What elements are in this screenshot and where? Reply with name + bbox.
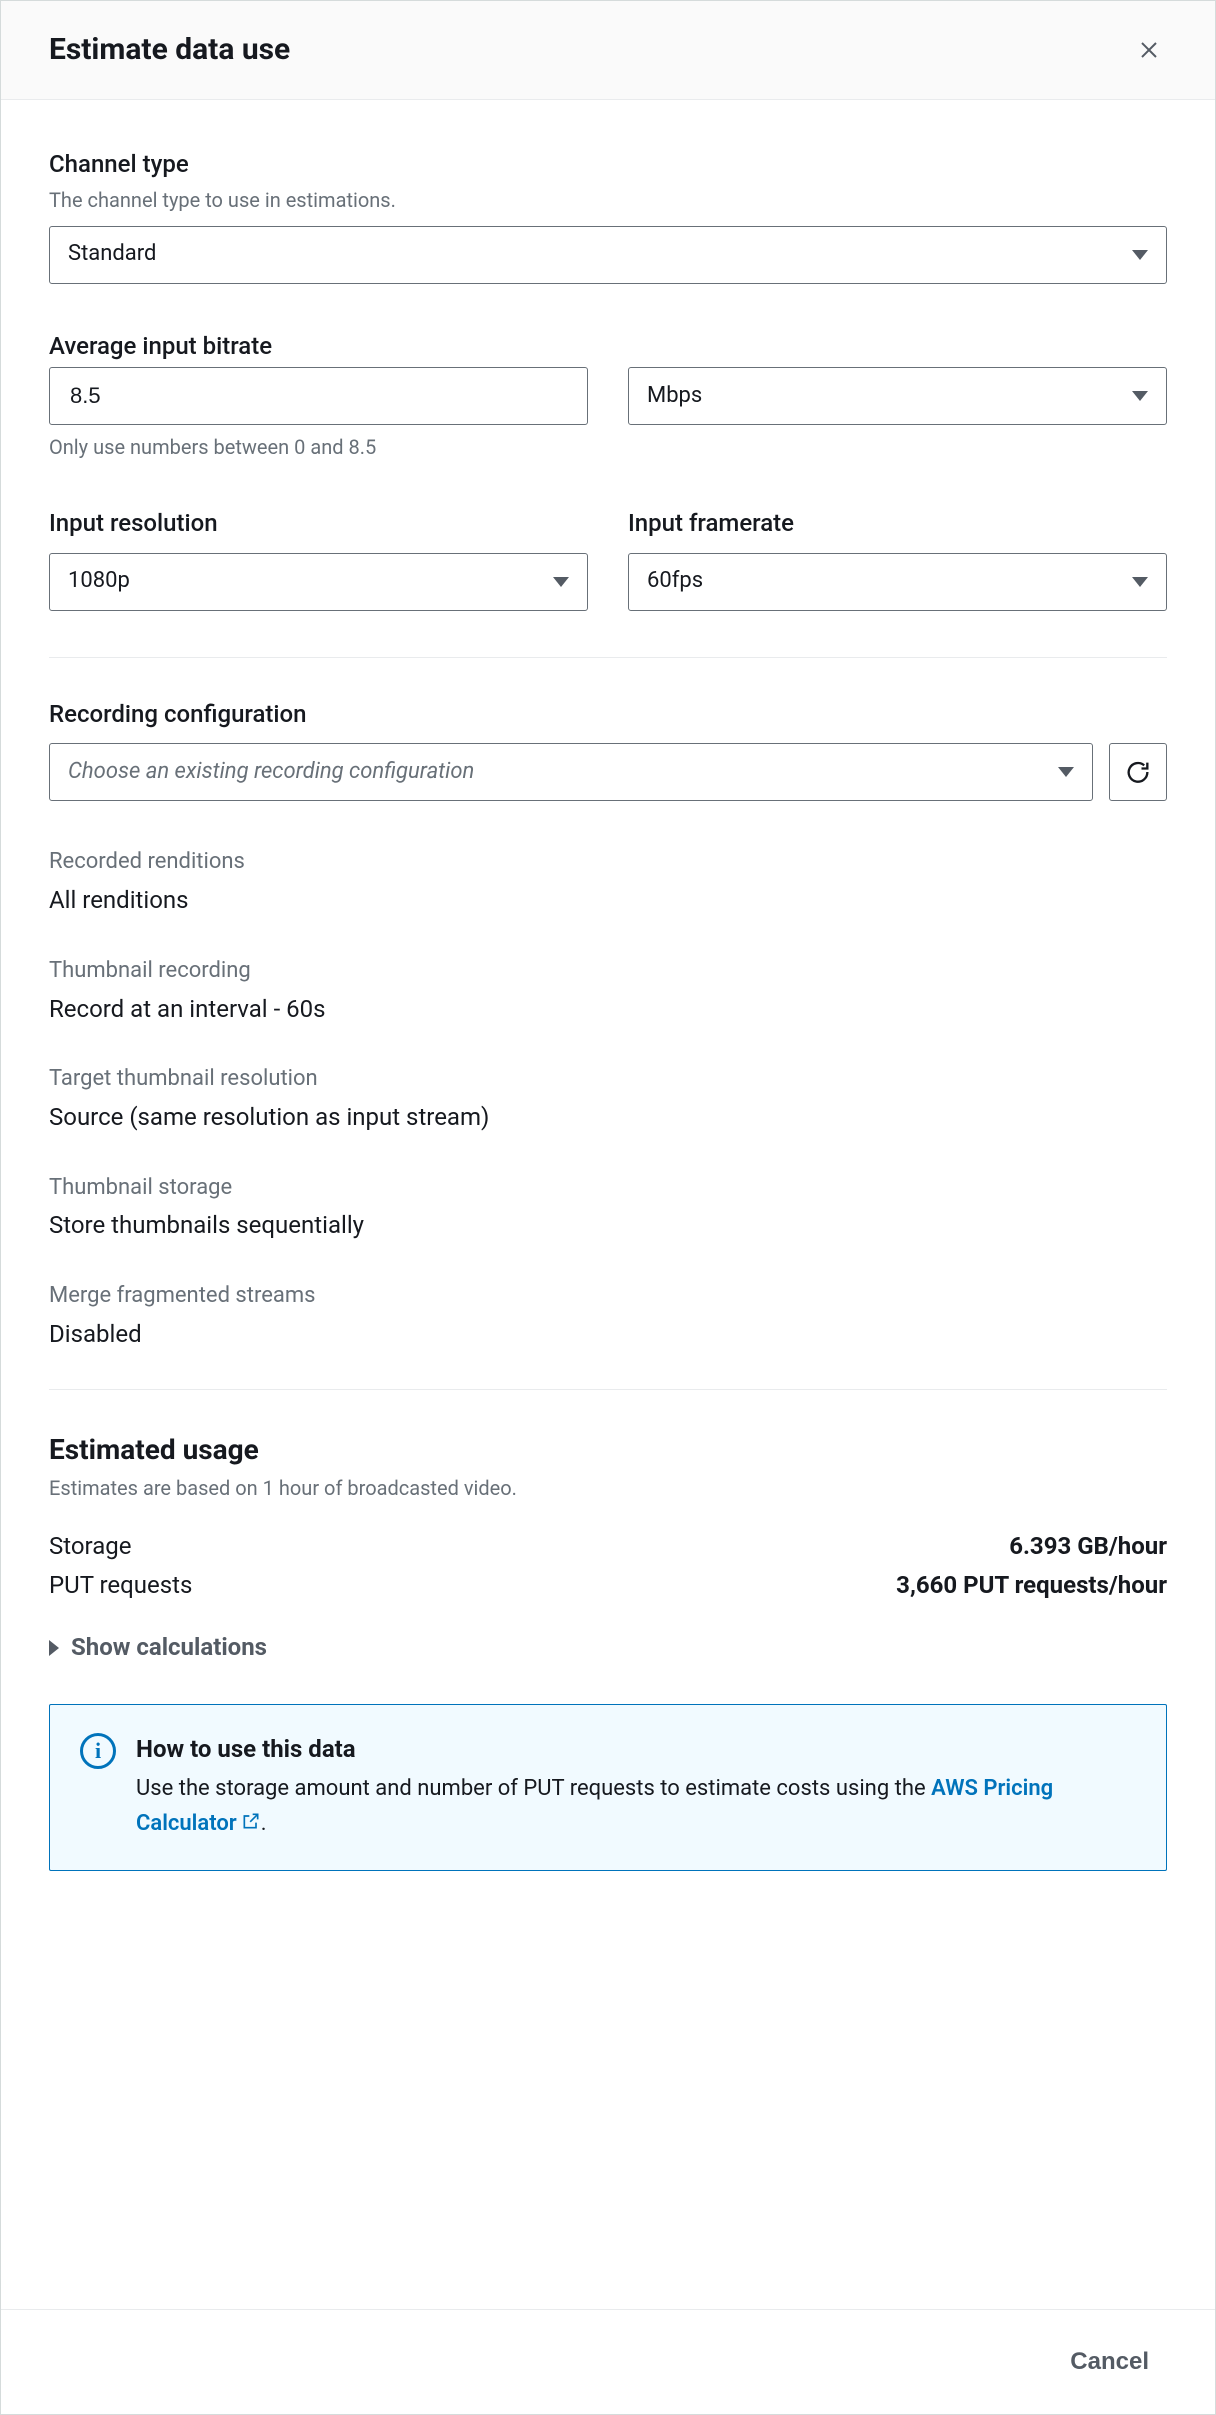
channel-type-group: Channel type The channel type to use in … [49,148,1167,284]
close-icon [1137,37,1161,63]
modal-title: Estimate data use [49,29,290,71]
divider [49,657,1167,658]
recording-config-label: Recording configuration [49,698,1167,732]
info-text: Use the storage amount and number of PUT… [136,1771,1136,1842]
estimated-usage-title: Estimated usage [49,1430,1167,1469]
channel-type-value: Standard [68,239,156,270]
divider [49,1389,1167,1390]
thumbnail-recording-block: Thumbnail recording Record at an interva… [49,956,1167,1026]
show-calculations-label: Show calculations [71,1631,267,1665]
info-title: How to use this data [136,1733,1136,1767]
target-thumb-res-value: Source (same resolution as input stream) [49,1101,1167,1135]
show-calculations-toggle[interactable]: Show calculations [49,1631,1167,1665]
refresh-button[interactable] [1109,743,1167,801]
put-row: PUT requests 3,660 PUT requests/hour [49,1569,1167,1603]
info-text-suffix: . [261,1811,267,1836]
recorded-renditions-label: Recorded renditions [49,847,1167,878]
put-label: PUT requests [49,1569,192,1603]
recording-config-select[interactable]: Choose an existing recording configurati… [49,743,1093,801]
storage-value: 6.393 GB/hour [1009,1530,1167,1564]
thumbnail-recording-label: Thumbnail recording [49,956,1167,987]
target-thumb-res-block: Target thumbnail resolution Source (same… [49,1064,1167,1134]
channel-type-label: Channel type [49,148,1167,182]
bitrate-input[interactable] [68,368,569,424]
framerate-value: 60fps [647,566,703,597]
bitrate-input-wrap [49,367,588,425]
thumbnail-recording-value: Record at an interval - 60s [49,993,1167,1027]
merge-frag-block: Merge fragmented streams Disabled [49,1281,1167,1351]
resolution-select[interactable]: 1080p [49,553,588,611]
recording-config-group: Recording configuration Choose an existi… [49,698,1167,802]
resolution-label: Input resolution [49,507,588,541]
external-link-icon [241,1807,261,1842]
bitrate-unit-select[interactable]: Mbps [628,367,1167,425]
modal-header: Estimate data use [1,1,1215,100]
channel-type-hint: The channel type to use in estimations. [49,186,1167,214]
bitrate-unit-value: Mbps [647,381,702,412]
put-value: 3,660 PUT requests/hour [896,1569,1167,1603]
thumb-storage-label: Thumbnail storage [49,1173,1167,1204]
recording-config-placeholder: Choose an existing recording configurati… [68,757,474,788]
resolution-value: 1080p [68,566,130,597]
estimate-data-use-modal: Estimate data use Channel type The chann… [0,0,1216,2415]
target-thumb-res-label: Target thumbnail resolution [49,1064,1167,1095]
thumb-storage-block: Thumbnail storage Store thumbnails seque… [49,1173,1167,1243]
thumb-storage-value: Store thumbnails sequentially [49,1209,1167,1243]
cancel-button[interactable]: Cancel [1052,2338,1167,2386]
merge-frag-value: Disabled [49,1318,1167,1352]
res-fps-group: Input resolution 1080p Input framerate 6… [49,507,1167,611]
chevron-down-icon [1058,767,1074,777]
chevron-down-icon [1132,391,1148,401]
info-icon: i [80,1733,116,1769]
modal-body: Channel type The channel type to use in … [1,100,1215,2309]
chevron-down-icon [1132,250,1148,260]
bitrate-hint-below: Only use numbers between 0 and 8.5 [49,433,588,461]
refresh-icon [1124,758,1152,786]
chevron-down-icon [1132,577,1148,587]
close-button[interactable] [1131,32,1167,68]
info-content: How to use this data Use the storage amo… [136,1733,1136,1842]
bitrate-label: Average input bitrate [49,330,1167,364]
caret-right-icon [49,1640,59,1656]
framerate-select[interactable]: 60fps [628,553,1167,611]
storage-row: Storage 6.393 GB/hour [49,1530,1167,1564]
estimated-usage-hint: Estimates are based on 1 hour of broadca… [49,1474,1167,1502]
recorded-renditions-value: All renditions [49,884,1167,918]
info-text-prefix: Use the storage amount and number of PUT… [136,1776,931,1801]
channel-type-select[interactable]: Standard [49,226,1167,284]
merge-frag-label: Merge fragmented streams [49,1281,1167,1312]
modal-footer: Cancel [1,2309,1215,2414]
estimated-usage-section: Estimated usage Estimates are based on 1… [49,1430,1167,1871]
framerate-label: Input framerate [628,507,1167,541]
recorded-renditions-block: Recorded renditions All renditions [49,847,1167,917]
bitrate-group: Average input bitrate Only use numbers b… [49,330,1167,462]
chevron-down-icon [553,577,569,587]
info-box: i How to use this data Use the storage a… [49,1704,1167,1871]
storage-label: Storage [49,1530,131,1564]
